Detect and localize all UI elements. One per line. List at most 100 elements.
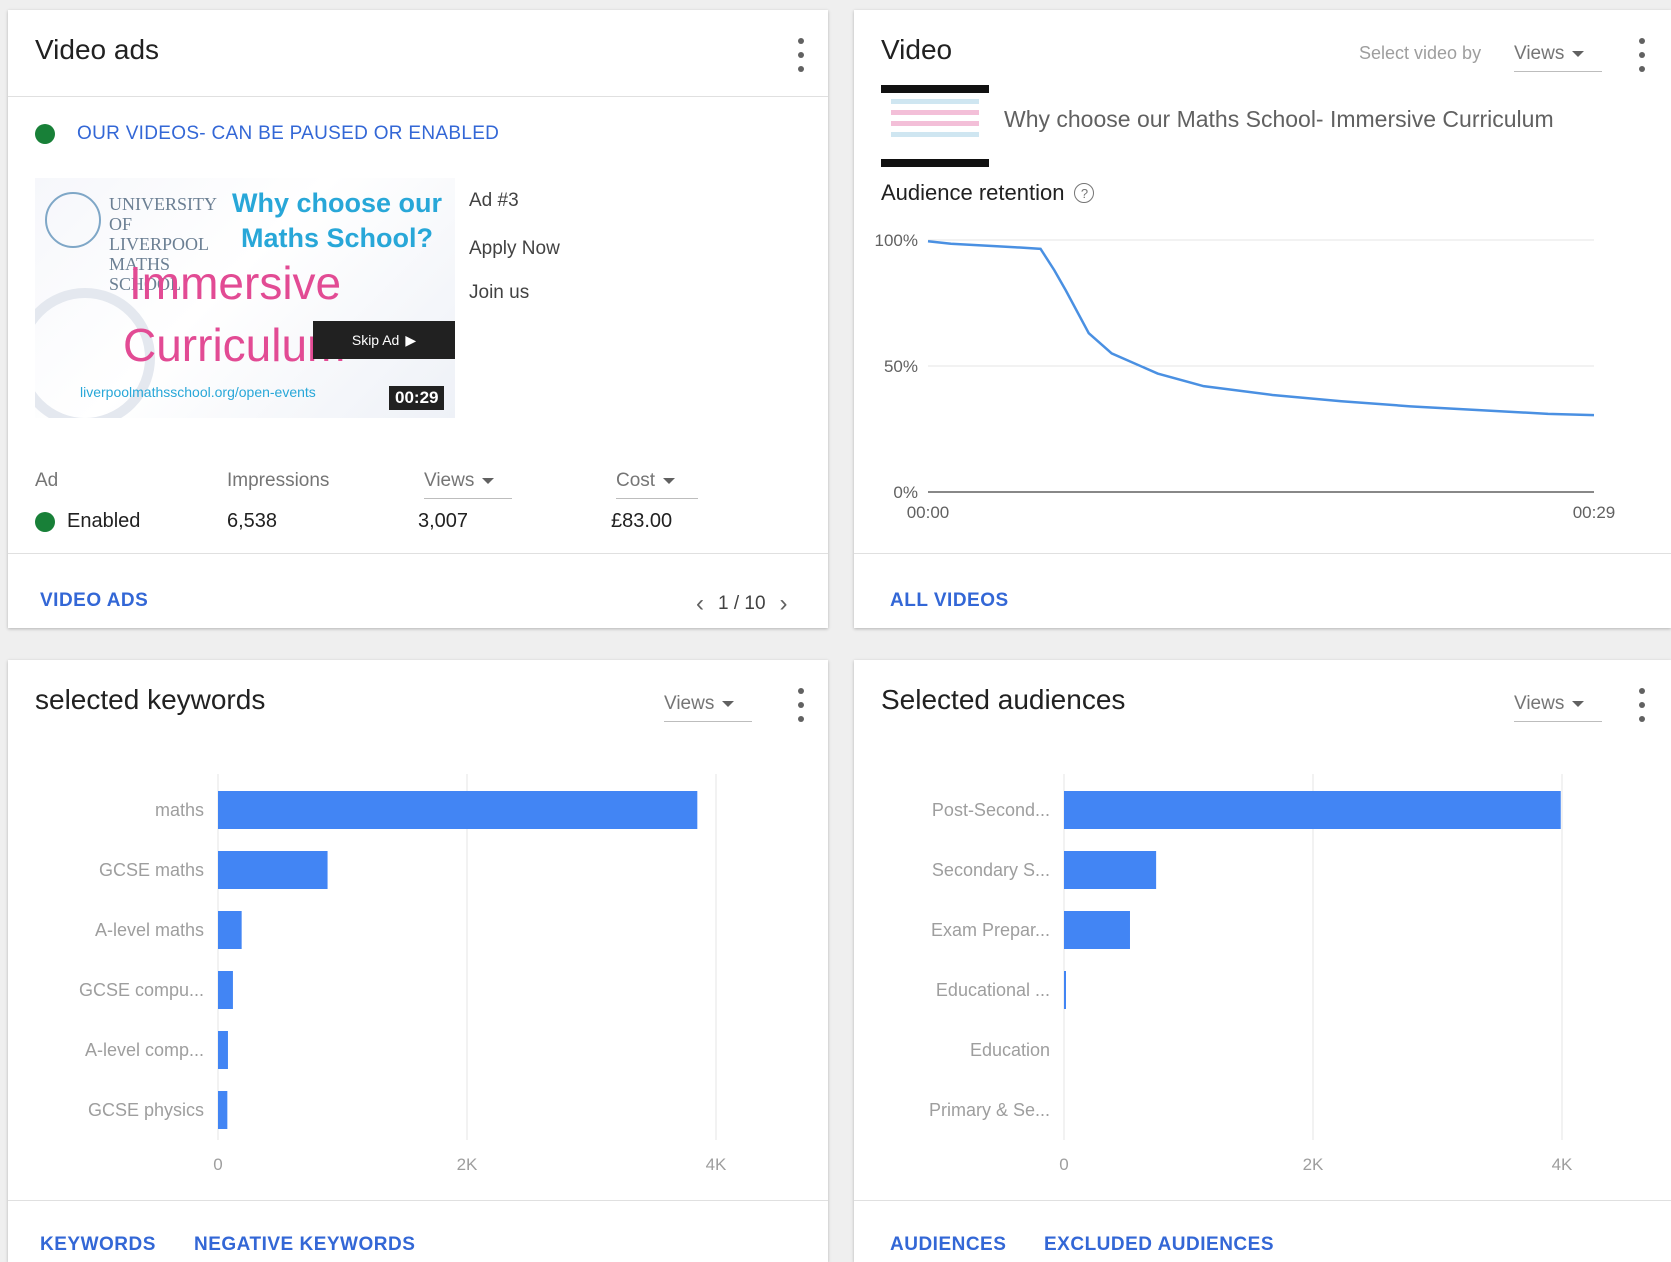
keywords-bar-chart: 0 2K 4K maths GCSE maths A-level maths GCSE co…: [79, 774, 727, 1170]
category-label: GCSE physics: [88, 1100, 204, 1120]
retention-series-line: [927, 240, 1595, 417]
audience-retention-text: Audience retention: [881, 180, 1065, 205]
thumbnail-headline: Why choose our Maths School?: [231, 188, 442, 253]
caret-down-icon: [1572, 700, 1585, 707]
video-card: Video Select video by Views Why choose o…: [854, 10, 1671, 628]
ad-thumbnail[interactable]: UNIVERSITY OF LIVERPOOL MATHS SCHOOL Why…: [35, 178, 455, 418]
col-header-impressions: Impressions: [227, 470, 330, 491]
views-value: 3,007: [418, 510, 469, 532]
chevron-left-icon[interactable]: ‹: [696, 590, 704, 618]
thumb-text-line: [891, 121, 979, 126]
impressions-value: 6,538: [227, 510, 278, 532]
x-tick-label: 2K: [1303, 1155, 1324, 1170]
our-videos-link[interactable]: OUR VIDEOS- CAN BE PAUSED OR ENABLED: [77, 123, 499, 145]
category-label: GCSE maths: [99, 860, 204, 880]
ad-description-1: Apply Now: [469, 238, 560, 259]
bar: [1064, 791, 1561, 829]
category-label: maths: [155, 800, 204, 820]
skip-ad-button[interactable]: Skip Ad ▶: [313, 321, 455, 359]
keywords-metric-dropdown[interactable]: Views: [664, 693, 752, 722]
bar: [1064, 851, 1157, 889]
y-tick-label: 0%: [893, 483, 918, 502]
status-dot-icon: [35, 124, 55, 144]
views-column-dropdown[interactable]: Views: [424, 470, 512, 499]
thumbnail-url: liverpoolmathsschool.org/open-events: [80, 384, 316, 400]
category-label: Secondary S...: [932, 860, 1050, 880]
caret-down-icon: [663, 477, 676, 484]
footer-divider: [8, 1200, 828, 1201]
bar: [218, 971, 233, 1009]
ad-status[interactable]: Enabled: [35, 510, 140, 533]
caret-down-icon: [722, 700, 735, 707]
keywords-card: selected keywords Views 0 2K 4K maths GCSE m…: [8, 660, 828, 1262]
university-logo-icon: [45, 192, 101, 248]
category-label: A-level maths: [95, 920, 204, 940]
audiences-more-icon[interactable]: [1637, 688, 1647, 722]
category-label: A-level comp...: [85, 1040, 204, 1060]
audiences-card: Selected audiences Views 0 2K 4K Post-Secon…: [854, 660, 1671, 1262]
footer-divider: [854, 553, 1671, 554]
video-ads-more-icon[interactable]: [796, 38, 806, 72]
thumbnail-line1: Immersive: [129, 257, 342, 309]
video-ads-link[interactable]: VIDEO ADS: [40, 590, 148, 612]
x-tick-label: 0: [213, 1155, 222, 1170]
select-video-dropdown[interactable]: Views: [1514, 43, 1602, 72]
bar: [218, 1031, 228, 1069]
pagination: ‹ 1 / 10 ›: [696, 590, 788, 618]
audiences-link[interactable]: AUDIENCES: [890, 1234, 1006, 1256]
video-thumbnail[interactable]: [881, 85, 989, 167]
audience-retention-chart: 0% 50% 100% 00:00 00:29: [875, 231, 1616, 522]
category-label: Primary & Se...: [929, 1100, 1050, 1120]
negative-keywords-link[interactable]: NEGATIVE KEYWORDS: [194, 1234, 415, 1256]
x-tick-label: 4K: [1552, 1155, 1573, 1170]
ads-status-line: OUR VIDEOS- CAN BE PAUSED OR ENABLED: [35, 123, 499, 145]
thumb-text-line: [891, 132, 979, 137]
all-videos-link[interactable]: ALL VIDEOS: [890, 590, 1009, 612]
col-header-ad: Ad: [35, 470, 59, 491]
category-label: GCSE compu...: [79, 980, 204, 1000]
footer-divider: [8, 553, 828, 554]
category-label: Post-Second...: [932, 800, 1050, 820]
audience-retention-label: Audience retention ?: [881, 180, 1095, 206]
keywords-title: selected keywords: [35, 684, 266, 715]
play-next-icon: ▶: [405, 331, 417, 348]
chevron-right-icon[interactable]: ›: [780, 590, 788, 618]
category-label: Education: [970, 1040, 1050, 1060]
y-tick-label: 100%: [875, 231, 918, 250]
pager-label: 1 / 10: [718, 593, 766, 614]
ad-headline: Ad #3: [469, 190, 519, 211]
help-icon[interactable]: ?: [1074, 183, 1095, 203]
caret-down-icon: [1572, 50, 1585, 57]
thumb-text-line: [891, 110, 979, 115]
enabled-dot-icon: [35, 511, 55, 532]
header-divider: [8, 96, 828, 97]
excluded-audiences-link[interactable]: EXCLUDED AUDIENCES: [1044, 1234, 1274, 1256]
cost-value: £83.00: [611, 510, 673, 532]
x-tick-label: 4K: [706, 1155, 727, 1170]
video-name[interactable]: Why choose our Maths School- Immersive C…: [1004, 106, 1554, 133]
audiences-bar-chart: 0 2K 4K Post-Second... Secondary S... Exam Pr…: [929, 774, 1573, 1170]
video-more-icon[interactable]: [1637, 38, 1647, 72]
skip-ad-label: Skip Ad: [351, 332, 400, 348]
bar: [1064, 971, 1066, 1009]
bar: [218, 1091, 228, 1129]
video-title: Video: [881, 34, 953, 65]
keywords-more-icon[interactable]: [796, 688, 806, 722]
cost-column-dropdown[interactable]: Cost: [616, 470, 698, 499]
x-tick-label: 2K: [457, 1155, 478, 1170]
y-tick-label: 50%: [884, 357, 918, 376]
views-column-label: Views: [424, 470, 475, 491]
select-video-by-label: Select video by: [1359, 43, 1482, 63]
category-label: Educational ...: [936, 980, 1050, 1000]
video-ads-title: Video ads: [35, 34, 160, 65]
audiences-metric-dropdown[interactable]: Views: [1514, 693, 1602, 722]
x-tick-label: 0: [1059, 1155, 1068, 1170]
category-label: Exam Prepar...: [931, 920, 1050, 940]
video-ads-card: Video ads OUR VIDEOS- CAN BE PAUSED OR E…: [8, 10, 828, 628]
caret-down-icon: [482, 477, 495, 484]
keywords-link[interactable]: KEYWORDS: [40, 1234, 156, 1256]
keywords-metric-value: Views: [664, 693, 715, 714]
duration-badge: 00:29: [389, 386, 445, 410]
bar: [218, 851, 328, 889]
bar: [218, 791, 698, 829]
